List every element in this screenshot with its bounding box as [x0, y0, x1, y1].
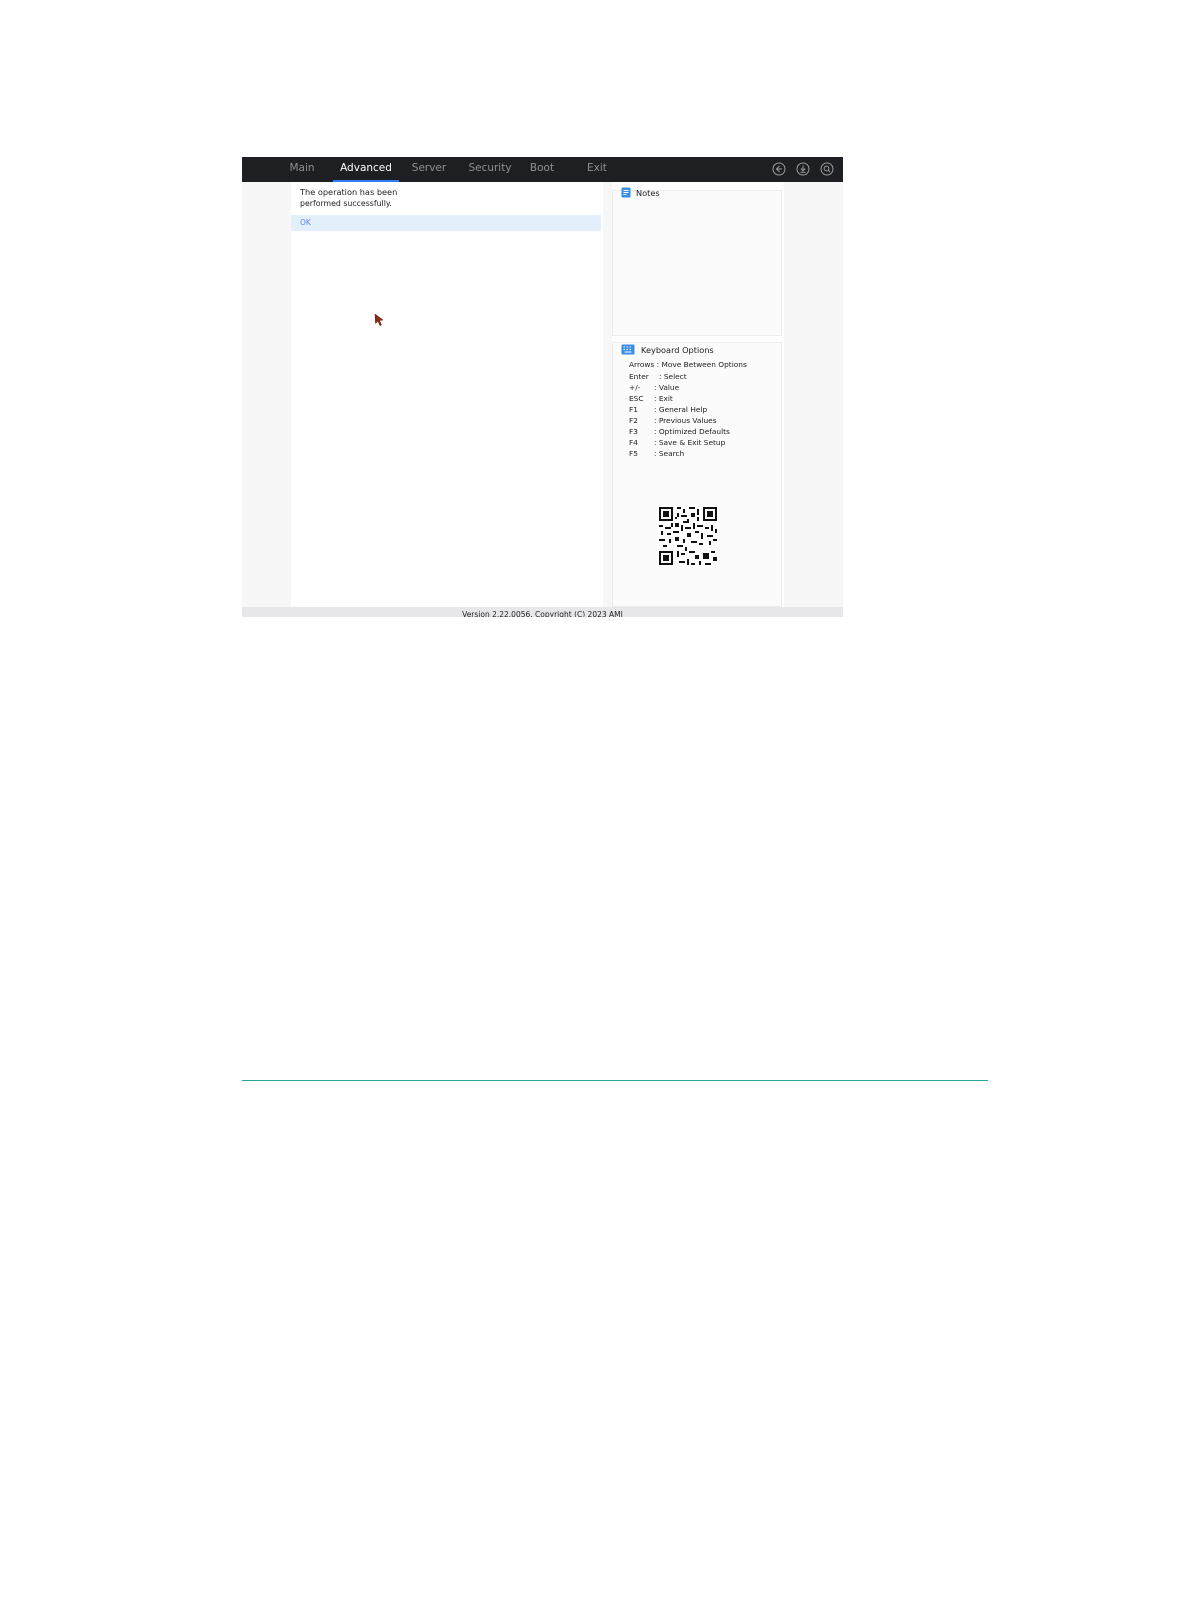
tab-main[interactable]: Main: [285, 157, 319, 182]
shortcut-desc: : Optimized Defaults: [654, 427, 730, 436]
shortcut-item: F1 : General Help: [629, 404, 789, 415]
version-footer: Version 2.22.0056. Copyright (C) 2023 AM…: [242, 607, 843, 617]
notes-title: Notes: [636, 188, 660, 198]
back-icon[interactable]: [772, 162, 786, 176]
tab-server[interactable]: Server: [409, 157, 449, 182]
keyboard-options-title: Keyboard Options: [641, 345, 714, 355]
shortcut-item: ESC : Exit: [629, 393, 789, 404]
search-icon[interactable]: [820, 162, 834, 176]
page-divider: [242, 1080, 988, 1081]
shortcut-desc: : Select: [659, 372, 687, 381]
ok-button[interactable]: OK: [291, 215, 601, 231]
shortcut-key: F1: [629, 405, 638, 414]
mouse-cursor-icon: [374, 313, 384, 326]
shortcut-item: F5 : Search: [629, 448, 789, 459]
shortcut-item: F2 : Previous Values: [629, 415, 789, 426]
tab-exit[interactable]: Exit: [584, 157, 610, 182]
download-icon[interactable]: [796, 162, 810, 176]
notes-box: [612, 190, 782, 336]
tab-security[interactable]: Security: [466, 157, 514, 182]
shortcut-key: F5: [629, 449, 638, 458]
shortcut-item: F4 : Save & Exit Setup: [629, 437, 789, 448]
shortcut-item: F3 : Optimized Defaults: [629, 426, 789, 437]
keyboard-arrows-hint: Arrows : Move Between Options: [629, 360, 747, 369]
shortcut-desc: : Search: [654, 449, 685, 458]
main-panel: The operation has been performed success…: [291, 182, 603, 607]
message-line-2: performed successfully.: [300, 199, 392, 208]
shortcut-item: Enter : Select: [629, 371, 789, 382]
top-menu-bar: Main Advanced Server Security Boot Exit: [242, 157, 843, 182]
shortcut-key: ESC: [629, 394, 644, 403]
tab-advanced[interactable]: Advanced: [333, 157, 399, 182]
shortcut-key: F4: [629, 438, 638, 447]
shortcut-desc: : Exit: [654, 394, 673, 403]
keyboard-icon: [621, 344, 635, 355]
status-message: The operation has been performed success…: [300, 187, 397, 209]
shortcut-desc: : General Help: [654, 405, 708, 414]
tab-boot[interactable]: Boot: [528, 157, 556, 182]
shortcut-desc: : Value: [654, 383, 680, 392]
shortcut-item: +/- : Value: [629, 382, 789, 393]
shortcut-key: +/-: [629, 383, 641, 392]
shortcut-key: Enter: [629, 372, 649, 381]
notes-icon: [621, 187, 631, 198]
ok-label: OK: [300, 218, 311, 227]
keyboard-shortcut-list: Enter : Select +/- : Value ESC : Exit F1 : G…: [629, 371, 789, 459]
shortcut-desc: : Save & Exit Setup: [654, 438, 726, 447]
message-line-1: The operation has been: [300, 187, 398, 197]
qr-code-icon: [657, 505, 719, 567]
bios-screen: Main Advanced Server Security Boot Exit …: [242, 157, 843, 617]
shortcut-key: F3: [629, 427, 638, 436]
shortcut-desc: : Previous Values: [654, 416, 717, 425]
shortcut-key: F2: [629, 416, 638, 425]
help-panel: Notes Keyboard Options Arrows : Move Bet…: [612, 182, 784, 607]
